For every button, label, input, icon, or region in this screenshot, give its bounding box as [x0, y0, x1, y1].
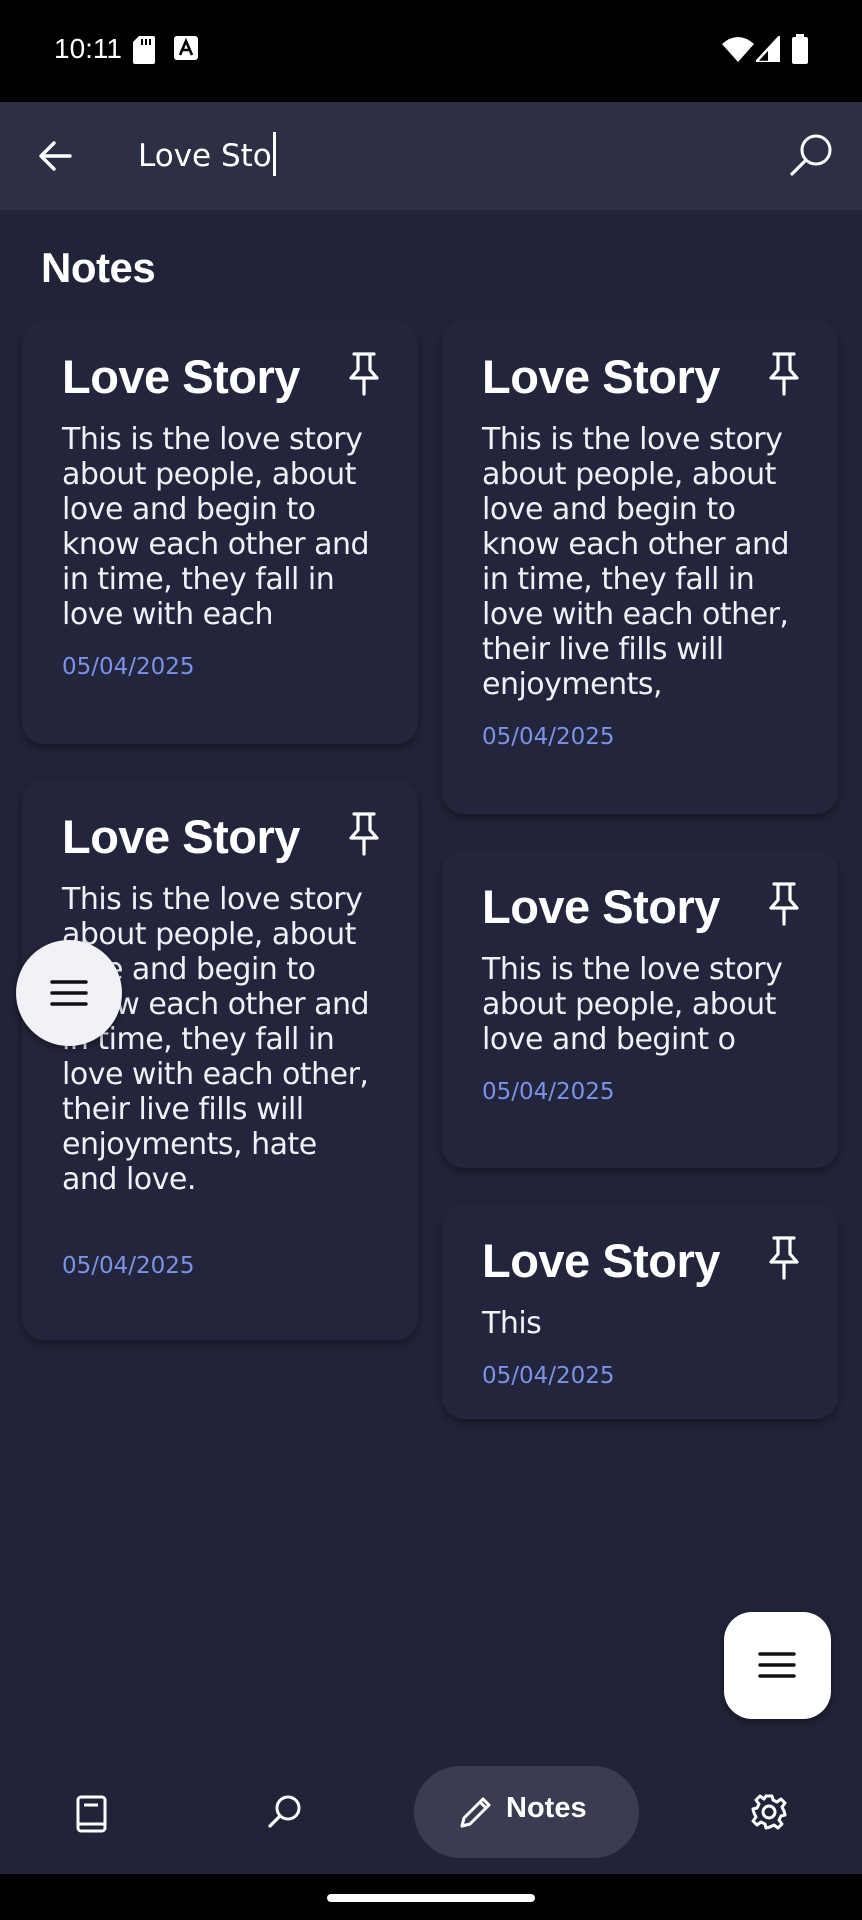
- note-card[interactable]: Love Story This 05/04/2025: [442, 1204, 838, 1420]
- search-query: Love Sto: [138, 138, 272, 174]
- note-date: 05/04/2025: [482, 1363, 615, 1390]
- nav-item-library[interactable]: [60, 1766, 120, 1858]
- note-title: Love Story: [482, 1234, 720, 1287]
- notes-column-left: Love Story This is the love story about …: [22, 320, 418, 1376]
- note-body: This is the love story about people, abo…: [482, 952, 783, 1058]
- text-caret: [272, 132, 276, 176]
- pin-icon[interactable]: [344, 350, 384, 396]
- note-date: 05/04/2025: [62, 654, 195, 681]
- menu-fab-button[interactable]: [724, 1612, 831, 1719]
- nav-item-notes-label: Notes: [506, 1792, 587, 1824]
- note-card[interactable]: Love Story This is the love story about …: [442, 320, 838, 814]
- note-date: 05/04/2025: [482, 1079, 615, 1106]
- battery-icon: [792, 34, 808, 64]
- pencil-icon: [460, 1797, 491, 1828]
- pin-icon[interactable]: [764, 350, 804, 396]
- note-title: Love Story: [482, 350, 720, 403]
- search-icon[interactable]: [784, 128, 840, 184]
- side-menu-button[interactable]: [16, 940, 122, 1046]
- note-date: 05/04/2025: [482, 724, 615, 751]
- note-body: This is the love story about people, abo…: [62, 882, 370, 1198]
- note-date: 05/04/2025: [62, 1253, 195, 1280]
- sd-card-icon: [133, 36, 155, 64]
- note-body: This: [482, 1306, 542, 1342]
- font-a-icon: [174, 36, 198, 60]
- section-title: Notes: [41, 244, 156, 291]
- pin-icon[interactable]: [764, 880, 804, 926]
- book-icon: [76, 1795, 107, 1833]
- notes-column-right: Love Story This is the love story about …: [442, 320, 838, 1455]
- note-body: This is the love story about people, abo…: [482, 422, 790, 703]
- back-arrow-icon[interactable]: [30, 130, 82, 182]
- note-card[interactable]: Love Story This is the love story about …: [442, 850, 838, 1168]
- note-title: Love Story: [62, 810, 300, 863]
- signal-icon: [756, 36, 780, 62]
- search-input[interactable]: Love Sto: [138, 132, 276, 176]
- search-top-bar: Love Sto: [0, 102, 862, 210]
- menu-icon: [758, 1652, 796, 1678]
- nav-item-notes[interactable]: Notes: [414, 1766, 639, 1858]
- note-title: Love Story: [482, 880, 720, 933]
- status-bar: 10:11: [0, 0, 862, 102]
- status-time: 10:11: [54, 33, 122, 64]
- gesture-bar: [0, 1874, 862, 1920]
- pin-icon[interactable]: [344, 810, 384, 856]
- note-body: This is the love story about people, abo…: [62, 422, 370, 633]
- gear-icon: [751, 1794, 787, 1830]
- pin-icon[interactable]: [764, 1234, 804, 1280]
- note-card[interactable]: Love Story This is the love story about …: [22, 780, 418, 1340]
- nav-item-settings[interactable]: [739, 1766, 799, 1858]
- bottom-navigation: Notes: [0, 1738, 862, 1874]
- note-title: Love Story: [62, 350, 300, 403]
- search-icon: [268, 1795, 301, 1828]
- home-indicator[interactable]: [327, 1894, 535, 1902]
- note-card[interactable]: Love Story This is the love story about …: [22, 320, 418, 744]
- nav-item-search[interactable]: [254, 1766, 314, 1858]
- menu-icon: [50, 980, 88, 1006]
- wifi-icon: [722, 37, 754, 62]
